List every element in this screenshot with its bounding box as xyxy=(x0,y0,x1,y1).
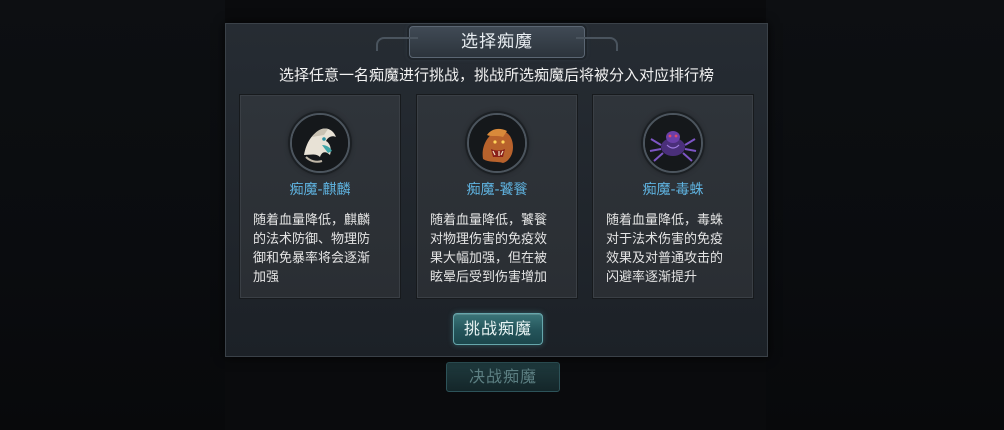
boss-description-qilin: 随着血量降低，麒麟 的法术防御、物理防 御和免暴率将会逐渐 加强 xyxy=(253,213,371,285)
boss-name-qilin: 痴魔-麒麟 xyxy=(289,182,351,198)
dialog-title-plate: 选择痴魔 xyxy=(376,26,618,58)
boss-card-taotie[interactable]: 痴魔-饕餮 随着血量降低，饕餮 对物理伤害的免疫效 果大幅加强，但在被 眩晕后受… xyxy=(416,94,578,299)
boss-card-spider[interactable]: 痴魔-毒蛛 随着血量降低，毒蛛 对于法术伤害的免疫 效果及对普通攻击的 闪避率逐… xyxy=(592,94,754,299)
decisive-battle-button[interactable]: 决战痴魔 xyxy=(446,362,560,392)
taotie-portrait-icon xyxy=(467,113,527,173)
spider-portrait-icon xyxy=(643,113,703,173)
dialog-instructions: 选择任意一名痴魔进行挑战，挑战所选痴魔后将被分入对应排行榜 xyxy=(278,66,714,84)
boss-card-qilin[interactable]: 痴魔-麒麟 随着血量降低，麒麟 的法术防御、物理防 御和免暴率将会逐渐 加强 xyxy=(239,94,401,299)
boss-name-taotie: 痴魔-饕餮 xyxy=(466,182,528,198)
boss-description-spider: 随着血量降低，毒蛛 对于法术伤害的免疫 效果及对普通攻击的 闪避率逐渐提升 xyxy=(606,213,724,285)
select-boss-dialog: 选择痴魔 选择任意一名痴魔进行挑战，挑战所选痴魔后将被分入对应排行榜 痴魔-麒麟… xyxy=(225,23,768,357)
challenge-boss-button[interactable]: 挑战痴魔 xyxy=(453,313,543,345)
dialog-title: 选择痴魔 xyxy=(461,32,533,52)
background-left-panel xyxy=(0,0,225,430)
qilin-portrait-icon xyxy=(290,113,350,173)
boss-name-spider: 痴魔-毒蛛 xyxy=(642,182,704,198)
boss-description-taotie: 随着血量降低，饕餮 对物理伤害的免疫效 果大幅加强，但在被 眩晕后受到伤害增加 xyxy=(430,213,548,285)
background-right-panel xyxy=(766,0,1004,430)
